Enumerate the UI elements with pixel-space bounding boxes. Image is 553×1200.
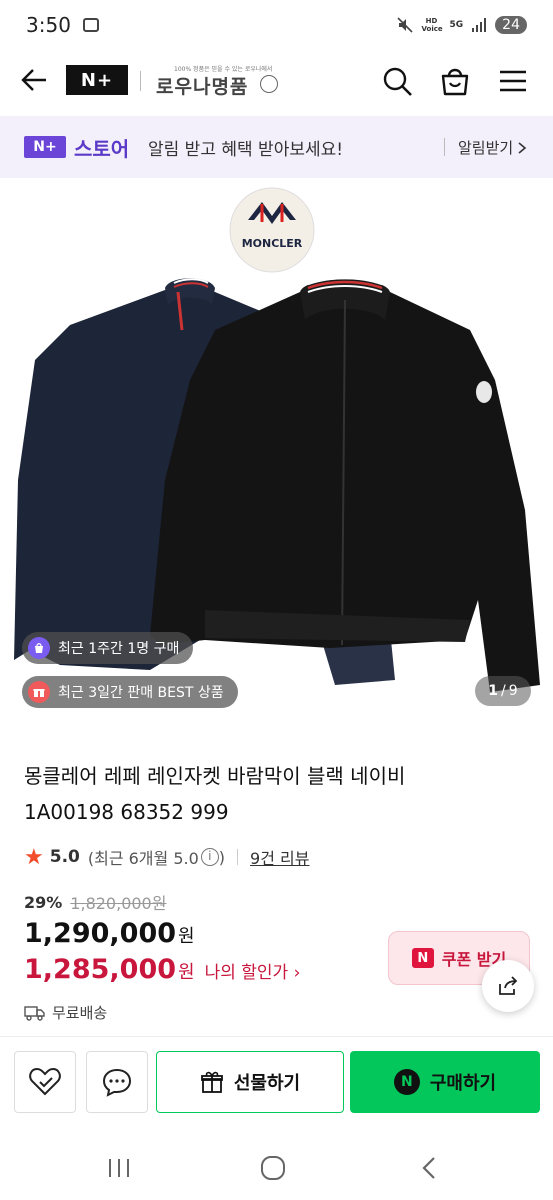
naver-pay-icon: N — [393, 1069, 420, 1095]
gift-button-label: 선물하기 — [233, 1073, 301, 1094]
shopping-bag-icon[interactable] — [438, 64, 472, 98]
status-bar: 3:50 HD Voice 5G 24 — [0, 0, 553, 50]
promo-logo-text: N+ — [33, 139, 57, 155]
back-nav-icon[interactable] — [418, 1155, 440, 1181]
rating-row: ★ 5.0 (최근 6개월 5.0 i ) 9건 리뷰 — [24, 844, 309, 870]
product-title: 몽클레어 레페 레인자켓 바람막이 블랙 네이비 1A00198 68352 9… — [24, 758, 524, 830]
promo-divider — [444, 138, 445, 156]
system-navigation-bar — [0, 1140, 553, 1200]
gift-button[interactable]: 선물하기 — [156, 1051, 344, 1113]
hamburger-menu-icon[interactable] — [496, 64, 530, 98]
discount-rate: 29% — [24, 892, 63, 912]
subscribe-notification-button[interactable]: 알림받기 — [458, 137, 527, 158]
screen-record-icon — [82, 18, 99, 32]
review-count-link[interactable]: 9건 리뷰 — [250, 845, 309, 869]
naver-plus-logo-text: N+ — [80, 69, 114, 91]
info-icon[interactable]: i — [200, 848, 219, 866]
image-pager: 1 / 9 — [475, 676, 531, 706]
notification-promo-banner[interactable]: N+ 스토어 알림 받고 혜택 받아보세요! 알림받기 — [0, 116, 553, 178]
promo-message: 알림 받고 혜택 받아보세요! — [148, 140, 344, 160]
store-emblem-icon — [260, 75, 278, 93]
rating-note-close: ) — [218, 847, 226, 867]
nav-divider — [140, 71, 141, 91]
delivery-truck-icon — [24, 1005, 45, 1021]
my-discount-price: 1,285,000 — [24, 954, 177, 985]
current-price: 1,290,000 — [24, 918, 177, 949]
original-price: 1,820,000원 — [70, 894, 167, 913]
hd-voice-badge: HD Voice — [421, 17, 443, 33]
subscribe-notification-label: 알림받기 — [458, 139, 514, 157]
product-title-line-2: 1A00198 68352 999 — [24, 800, 229, 824]
best-seller-badge: 최근 3일간 판매 BEST 상품 — [22, 676, 238, 708]
star-icon: ★ — [24, 844, 44, 870]
buy-button-label: 구매하기 — [429, 1073, 497, 1094]
chat-bubble-icon — [102, 1068, 132, 1097]
mute-icon — [396, 17, 413, 33]
rating-note: (최근 6개월 5.0 — [87, 849, 199, 868]
moncler-logo-text: MONCLER — [242, 237, 303, 250]
shipping-text: 무료배송 — [52, 1004, 108, 1022]
rating-score: 5.0 — [49, 847, 80, 867]
product-image-gallery[interactable]: MONCLER 최근 1주간 1명 구매 최근 3일간 판매 BEST 상품 1… — [0, 180, 553, 720]
discount-row: 29% 1,820,000원 — [24, 890, 166, 914]
chevron-right-icon — [518, 141, 527, 154]
signal-icon — [472, 18, 487, 32]
bottom-action-bar: 선물하기 N 구매하기 — [0, 1036, 553, 1130]
price-row: 1,290,000 원 — [24, 918, 195, 949]
status-time: 3:50 — [26, 13, 71, 37]
home-icon[interactable] — [260, 1155, 286, 1181]
top-nav-bar: N+ 100% 정품은 믿을 수 있는 로우나에서 로우나명품 — [0, 50, 553, 112]
share-button[interactable] — [482, 960, 534, 1012]
wishlist-button[interactable] — [14, 1051, 76, 1113]
search-icon[interactable] — [380, 64, 414, 98]
pager-current: 1 — [488, 683, 499, 699]
store-brand-logo[interactable]: 100% 정품은 믿을 수 있는 로우나에서 로우나명품 — [152, 64, 282, 98]
rating-divider — [237, 849, 239, 865]
heart-check-icon — [29, 1067, 61, 1096]
gift-icon — [200, 1071, 223, 1093]
back-arrow-icon[interactable] — [18, 64, 50, 96]
share-icon — [499, 976, 518, 995]
price-unit: 원 — [178, 926, 195, 947]
my-discount-price-unit: 원 — [178, 962, 195, 983]
promo-store-label: 스토어 — [74, 137, 130, 161]
network-5g-badge: 5G — [449, 20, 464, 30]
pager-separator: / — [501, 683, 506, 699]
pager-total: 9 — [508, 683, 518, 699]
my-discount-link[interactable]: 나의 할인가 › — [205, 958, 301, 983]
store-name: 로우나명품 — [156, 76, 249, 98]
naver-plus-logo[interactable]: N+ — [66, 65, 128, 95]
recent-apps-icon[interactable] — [106, 1156, 132, 1180]
best-seller-text: 최근 3일간 판매 BEST 상품 — [58, 685, 224, 701]
shipping-row: 무료배송 — [24, 1002, 107, 1023]
status-indicators: HD Voice 5G 24 — [396, 16, 527, 34]
gift-box-icon — [28, 681, 50, 703]
my-discount-price-row[interactable]: 1,285,000 원 나의 할인가 › — [24, 954, 300, 985]
purchase-bag-icon — [28, 637, 50, 659]
buy-button[interactable]: N 구매하기 — [350, 1051, 540, 1113]
chat-inquiry-button[interactable] — [86, 1051, 148, 1113]
moncler-logo-icon: MONCLER — [229, 187, 315, 273]
product-title-line-1: 몽클레어 레페 레인자켓 바람막이 블랙 네이비 — [24, 764, 406, 788]
naver-plus-store-logo: N+ — [24, 136, 66, 158]
recent-purchase-badge: 최근 1주간 1명 구매 — [22, 632, 194, 664]
battery-indicator: 24 — [495, 16, 527, 34]
naver-n-icon: N — [411, 948, 434, 968]
recent-purchase-text: 최근 1주간 1명 구매 — [58, 641, 180, 657]
